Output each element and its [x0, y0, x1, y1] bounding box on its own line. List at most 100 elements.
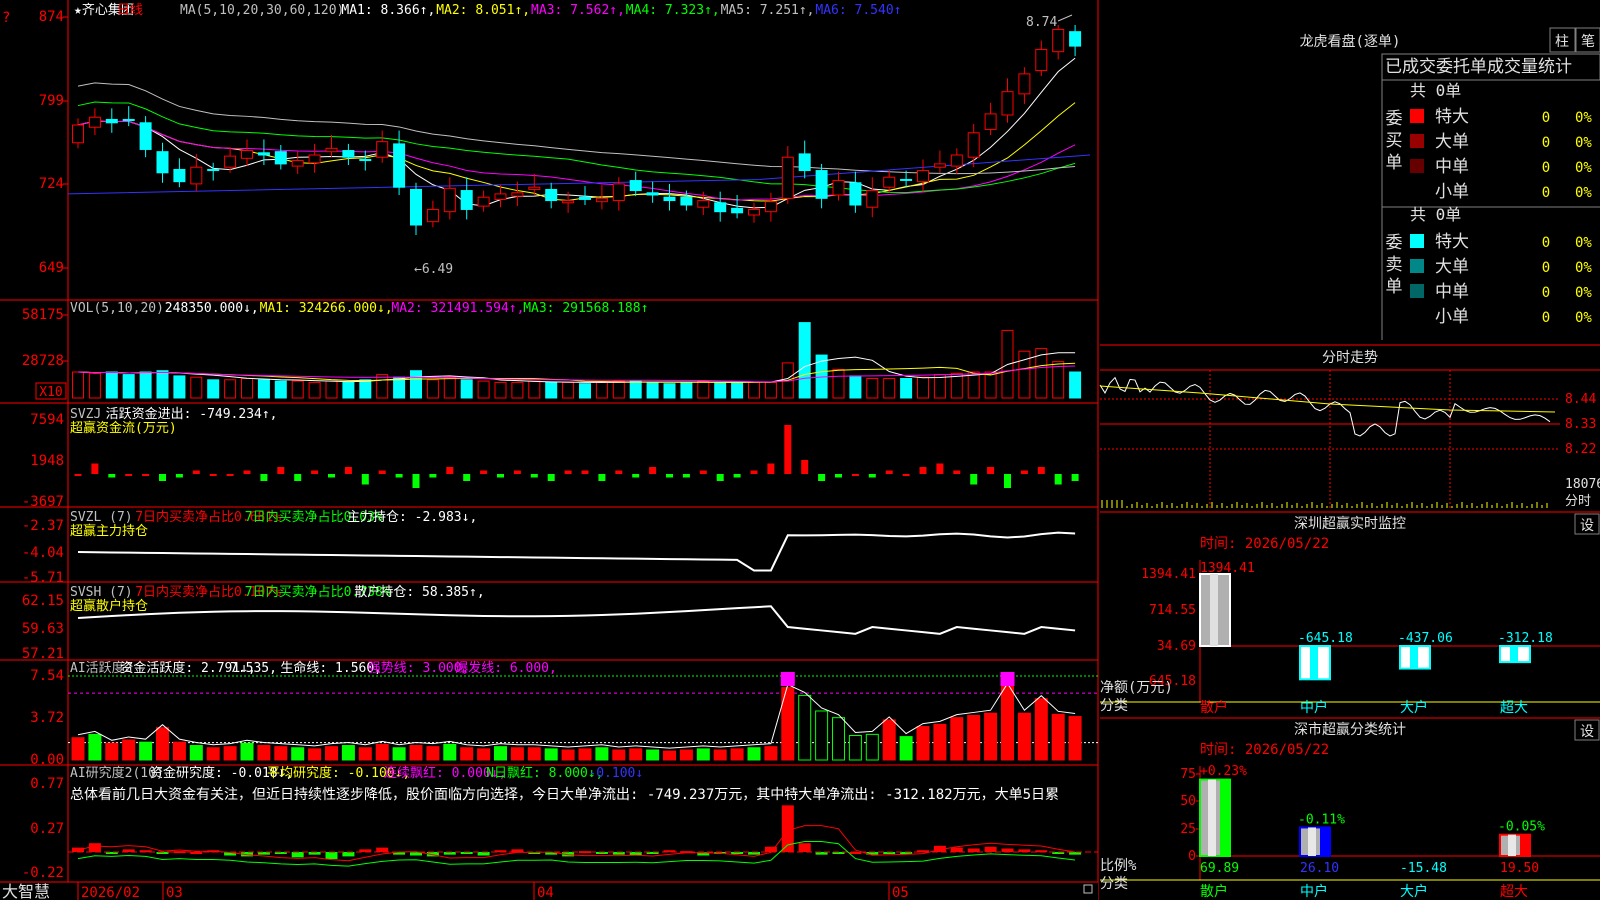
svzj-legend-part: SVZJ — [70, 407, 101, 422]
price-chart[interactable] — [67, 25, 1091, 235]
sell-row-name: 中单 — [1435, 282, 1469, 302]
candle — [190, 166, 203, 185]
candle — [950, 154, 963, 167]
svzj-bar — [598, 474, 606, 481]
date-label[interactable]: 05 — [892, 885, 909, 900]
ai1-bar — [899, 736, 913, 761]
candle — [410, 188, 422, 226]
volume-bar — [477, 380, 490, 399]
buy-row-count: 0 — [1542, 110, 1550, 126]
svsh-chart — [77, 605, 1076, 635]
candle — [122, 118, 135, 122]
candle — [748, 208, 760, 216]
candle — [900, 178, 913, 181]
ai2-legend-part: -0.100↓ — [588, 766, 643, 781]
date-label[interactable]: 2026/02 — [81, 885, 140, 900]
sell-row-name: 大单 — [1435, 257, 1469, 277]
svzj-bar — [953, 470, 961, 474]
svsh-legend-part: SVSH (7) — [70, 585, 133, 600]
ai1-bar — [527, 747, 541, 761]
candle — [781, 156, 794, 199]
ai1-bar — [257, 745, 271, 761]
svzj-bar — [226, 474, 234, 476]
candle — [967, 132, 980, 158]
candle — [731, 207, 744, 214]
svzj-bar — [311, 470, 319, 474]
volume-bar — [764, 381, 777, 399]
date-label[interactable]: 03 — [166, 885, 183, 900]
ai1-legend-part: 强势线: 3.000, — [368, 660, 470, 676]
candle — [393, 143, 406, 188]
svzj-bar — [649, 467, 657, 474]
sell-side-label-char: 卖 — [1386, 255, 1403, 275]
volume-bar — [224, 379, 237, 399]
volume-bar — [663, 383, 676, 399]
sell-side-label-char: 委 — [1386, 233, 1403, 253]
ai1-bar — [950, 717, 964, 761]
candle — [984, 113, 997, 130]
svzj-bar — [125, 474, 133, 476]
ai1-bar — [206, 747, 220, 761]
candle — [1069, 31, 1082, 47]
app-brand: 大智慧 — [2, 882, 50, 900]
volume-axis-label: 58175 — [22, 307, 64, 323]
candle — [629, 180, 642, 192]
volume-bar — [849, 375, 862, 399]
candle — [917, 170, 929, 183]
volume-legend-part: 248350.000↓, — [165, 301, 259, 316]
sell-total: 共 0单 — [1410, 205, 1461, 224]
monitor-cat-label: 散户 — [1200, 699, 1228, 716]
classify-bar-value: -15.48 — [1400, 861, 1447, 876]
candle — [274, 151, 287, 165]
ai1-legend-part: 爆发线: 6.000, — [455, 660, 557, 676]
svzj-bar — [750, 470, 758, 474]
classify-bar-shine — [1308, 827, 1316, 856]
svzj-bar — [1037, 467, 1045, 474]
ai1-bar — [544, 748, 558, 761]
ai1-bar — [1001, 685, 1014, 761]
ma-legend-part: MA1: 8.366↑, — [341, 3, 435, 18]
svzj-bar — [294, 474, 302, 481]
volume-bar — [832, 368, 845, 399]
ai2-bar — [1001, 848, 1014, 852]
svzj-bar — [1020, 470, 1028, 474]
candle — [1001, 91, 1014, 116]
btn-bi-label: 笔 — [1581, 34, 1595, 50]
volume-bar — [883, 378, 896, 399]
svzj-bar — [192, 470, 200, 474]
sell-row-pct: 0% — [1575, 260, 1592, 276]
ai1-axis-label: 3.72 — [30, 710, 64, 726]
intraday-chart[interactable] — [1099, 370, 1560, 510]
svzj-axis-label: 7594 — [30, 412, 64, 428]
volume-legend: VOL(5,10,20) 248350.000↓, MA1: 324266.000↓… — [70, 301, 648, 316]
ai1-bar — [240, 742, 254, 761]
ai1-bar — [392, 747, 406, 761]
candle — [579, 196, 591, 200]
ai1-bar — [815, 710, 829, 761]
lhb-tab-strip[interactable]: 已成交委托单成交量统计 — [1385, 57, 1572, 77]
svzj-bar — [378, 470, 386, 474]
sell-row-pct: 0% — [1575, 235, 1592, 251]
svzj-bar — [936, 463, 944, 474]
volume-bar — [646, 381, 659, 399]
ai2-commentary: 总体看前几日大资金有关注，但近日持续性逐步降低，股价面临方向选择，今日大单净流出… — [70, 786, 1059, 803]
candle — [342, 150, 355, 158]
classify-axis-label: 75 — [1180, 767, 1196, 782]
svzl-axis-label: -2.37 — [22, 518, 64, 534]
buy-row-name: 大单 — [1435, 132, 1469, 152]
volume-chart — [72, 322, 1082, 399]
candle — [443, 187, 456, 213]
svzl-subtitle: 超赢主力持仓 — [70, 523, 148, 539]
info-glyph[interactable]: ? — [2, 10, 10, 26]
date-label[interactable]: 04 — [537, 885, 554, 900]
classify-time: 时间: 2026/05/22 — [1200, 742, 1329, 758]
price-axis-label: 874 — [39, 9, 64, 25]
monitor-time: 时间: 2026/05/22 — [1200, 536, 1329, 552]
candle — [646, 192, 659, 196]
volume-bar — [714, 381, 727, 399]
ai1-bar — [189, 745, 203, 761]
candle — [1018, 73, 1031, 95]
volume-bar — [105, 371, 118, 399]
monitor-cat: 分类 — [1100, 698, 1128, 714]
classify-bar-value: 26.10 — [1300, 861, 1339, 876]
